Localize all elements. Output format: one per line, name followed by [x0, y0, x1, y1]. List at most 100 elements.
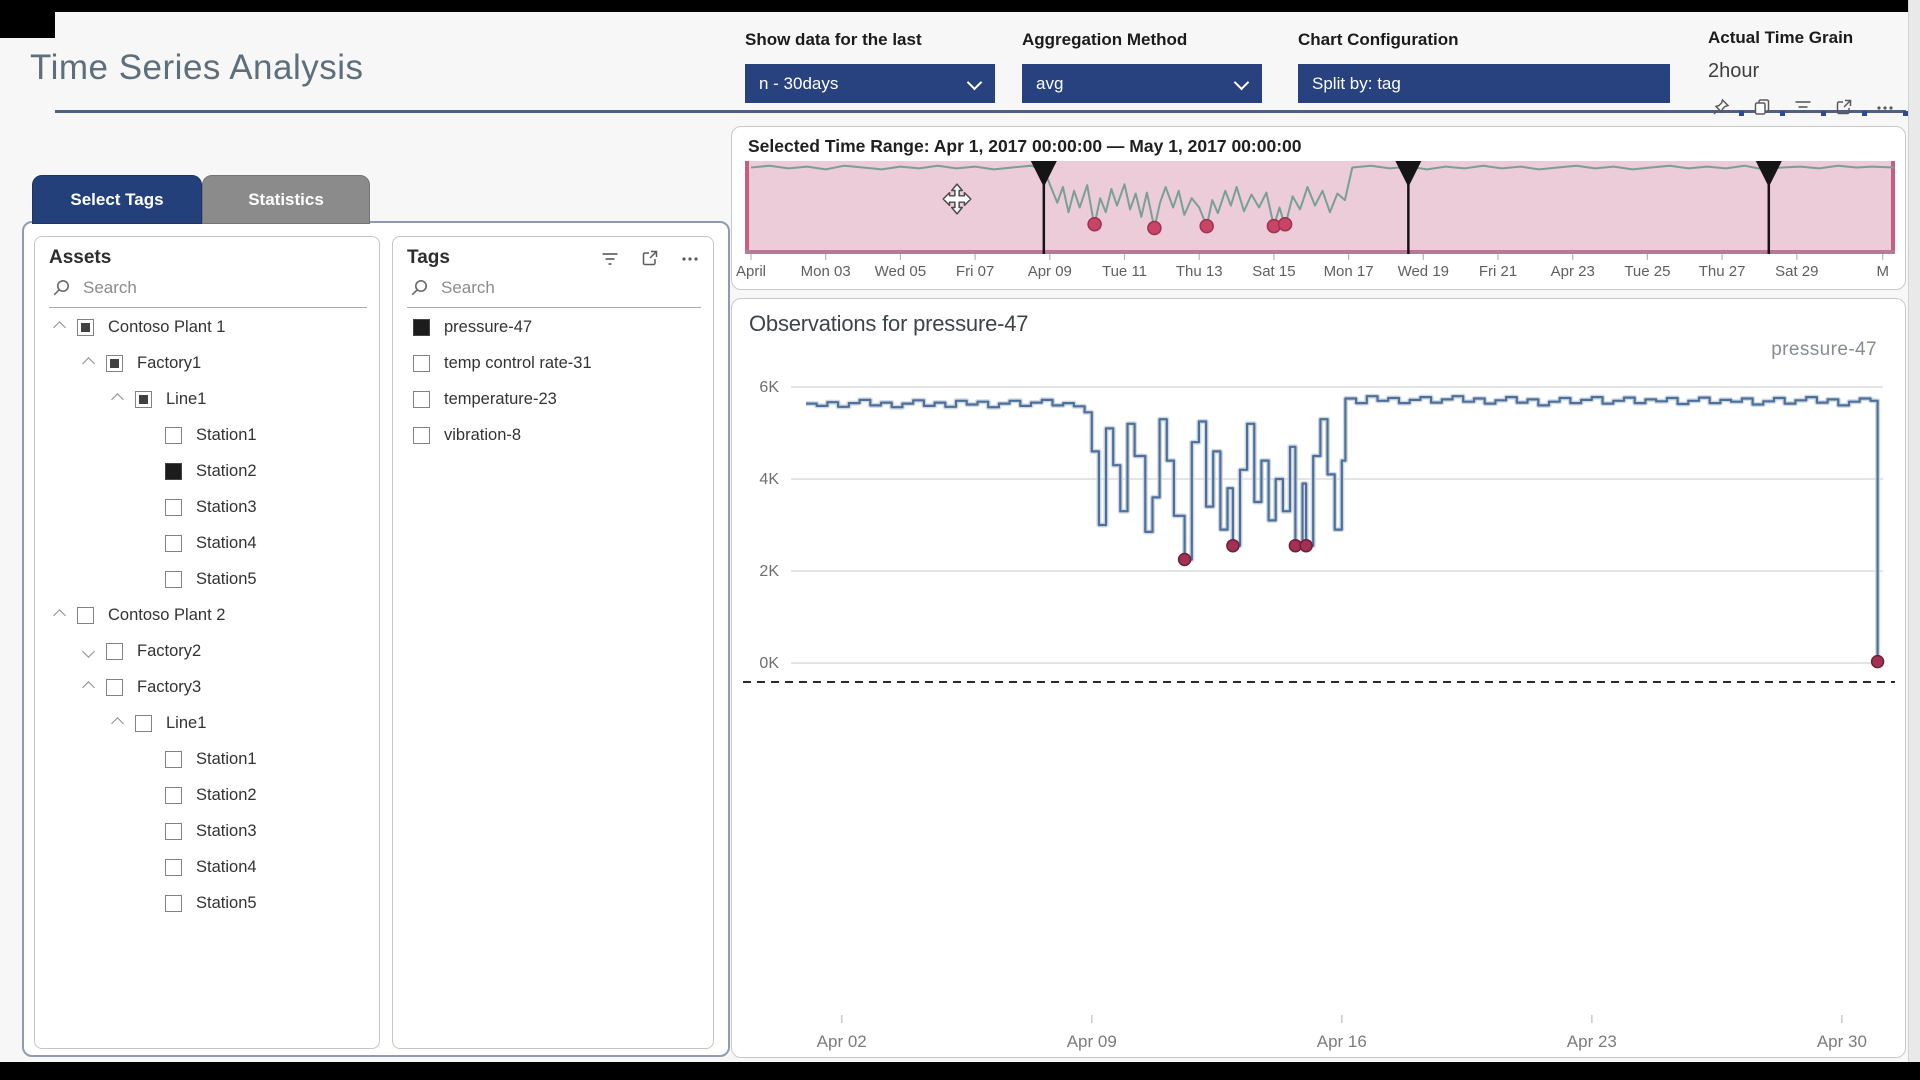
asset-tree-row[interactable]: Station4 [35, 525, 379, 561]
asset-tree-row[interactable]: Contoso Plant 2 [35, 597, 379, 633]
visual-header-toolbar [1712, 98, 1908, 116]
asset-tree-row[interactable]: Station1 [35, 741, 379, 777]
checkbox-unchecked[interactable] [106, 679, 123, 696]
chevron-up-icon[interactable] [111, 717, 124, 730]
checkbox-unchecked[interactable] [165, 895, 182, 912]
checkbox-indeterminate[interactable] [135, 391, 152, 408]
chevron-up-icon[interactable] [82, 681, 95, 694]
checkbox-checked[interactable] [165, 463, 182, 480]
asset-tree-row[interactable]: Station2 [35, 777, 379, 813]
asset-tree-row[interactable]: Station4 [35, 849, 379, 885]
anomaly-dot[interactable] [1300, 540, 1312, 552]
blue-artifact-dot [1862, 111, 1867, 116]
chevron-up-icon[interactable] [82, 357, 95, 370]
anomaly-dot[interactable] [1872, 656, 1884, 668]
tab-select-tags[interactable]: Select Tags [32, 175, 202, 224]
checkbox-indeterminate[interactable] [106, 355, 123, 372]
tags-list: pressure-47temp control rate-31 temperatu… [393, 309, 713, 1044]
asset-tree-row[interactable]: Station5 [35, 885, 379, 921]
aggregation-label: Aggregation Method [1022, 30, 1187, 50]
tree-node-label: Station4 [196, 858, 257, 877]
anomaly-dot[interactable] [1148, 222, 1161, 235]
time-grain-value: 2hour [1708, 60, 1759, 83]
pin-icon[interactable] [1712, 98, 1730, 116]
blue-artifact-dot [1780, 111, 1785, 116]
series-legend: pressure-47 [1771, 339, 1877, 361]
timeline-tick-label: Wed 19 [1398, 263, 1449, 280]
asset-tree-row[interactable]: Factory2 [35, 633, 379, 669]
checkbox-unchecked[interactable] [165, 823, 182, 840]
more-options-icon[interactable] [1876, 98, 1894, 116]
time-series-analysis-app: Time Series Analysis Show data for the l… [0, 0, 1920, 1080]
asset-tree-row[interactable]: Station3 [35, 489, 379, 525]
filter-icon[interactable] [1794, 98, 1812, 116]
chevron-up-icon[interactable] [111, 393, 124, 406]
observations-chart[interactable]: 0K2K4K6KApr 02Apr 09Apr 16Apr 23Apr 30 [732, 299, 1906, 1056]
tag-list-item[interactable]: temp control rate-31 [393, 345, 713, 381]
timeline-tick-label: M [1876, 263, 1889, 280]
tree-node-label: Station2 [196, 786, 257, 805]
checkbox-unchecked[interactable] [165, 535, 182, 552]
checkbox-unchecked[interactable] [165, 751, 182, 768]
asset-tree-row[interactable]: Line1 [35, 705, 379, 741]
anomaly-dot[interactable] [1200, 220, 1213, 233]
anomaly-dot[interactable] [1227, 540, 1239, 552]
chevron-down-icon[interactable] [82, 645, 95, 658]
copy-icon[interactable] [1753, 98, 1771, 116]
asset-tree-row[interactable]: Station5 [35, 561, 379, 597]
x-axis-label: Apr 09 [1067, 1032, 1117, 1051]
checkbox-unchecked[interactable] [77, 607, 94, 624]
anomaly-dot[interactable] [1279, 218, 1292, 231]
search-icon [51, 278, 71, 298]
focus-mode-icon[interactable] [641, 249, 659, 267]
checkbox-unchecked[interactable] [135, 715, 152, 732]
checkbox-checked[interactable] [413, 319, 430, 336]
checkbox-unchecked[interactable] [413, 391, 430, 408]
checkbox-unchecked[interactable] [165, 427, 182, 444]
time-range-band[interactable] [745, 161, 1895, 254]
anomaly-dot[interactable] [1088, 218, 1101, 231]
anomaly-dot[interactable] [1179, 554, 1191, 566]
tag-label: temperature-23 [444, 390, 557, 409]
asset-tree-row[interactable]: Contoso Plant 1 [35, 309, 379, 345]
time-range-dropdown[interactable]: n - 30days [745, 64, 995, 103]
assets-search-input[interactable] [81, 277, 305, 299]
asset-tree-row[interactable]: Station3 [35, 813, 379, 849]
asset-tree-row[interactable]: Station2 [35, 453, 379, 489]
tag-list-item[interactable]: temperature-23 [393, 381, 713, 417]
checkbox-unchecked[interactable] [165, 499, 182, 516]
tree-node-label: Factory3 [137, 678, 201, 697]
filter-icon[interactable] [601, 249, 619, 267]
blue-artifact-dot [1821, 111, 1826, 116]
chevron-up-icon[interactable] [53, 321, 66, 334]
chart-config-dropdown[interactable]: Split by: tag [1298, 64, 1670, 103]
tags-search-divider [407, 307, 701, 308]
tag-list-item[interactable]: pressure-47 [393, 309, 713, 345]
asset-tree-row[interactable]: Factory3 [35, 669, 379, 705]
timeline-tick-label: Apr 23 [1551, 263, 1595, 280]
checkbox-unchecked[interactable] [165, 571, 182, 588]
window-right-strip [1908, 0, 1920, 1080]
asset-tree-row[interactable]: Factory1 [35, 345, 379, 381]
aggregation-dropdown[interactable]: avg [1022, 64, 1262, 103]
checkbox-indeterminate[interactable] [77, 319, 94, 336]
tag-list-item[interactable]: vibration-8 [393, 417, 713, 453]
assets-search-divider [49, 307, 367, 308]
tab-statistics[interactable]: Statistics [202, 175, 370, 224]
focus-mode-icon[interactable] [1835, 98, 1853, 116]
tree-node-label: Station4 [196, 534, 257, 553]
asset-tree-row[interactable]: Line1 [35, 381, 379, 417]
asset-tree-row[interactable]: Station1 [35, 417, 379, 453]
checkbox-unchecked[interactable] [106, 643, 123, 660]
timeline-tick-label: Sat 29 [1775, 263, 1818, 280]
more-options-icon[interactable] [681, 249, 699, 267]
checkbox-unchecked[interactable] [413, 427, 430, 444]
tags-search-input[interactable] [439, 277, 663, 299]
x-axis-label: Apr 23 [1567, 1032, 1617, 1051]
tree-node-label: Station1 [196, 426, 257, 445]
checkbox-unchecked[interactable] [165, 787, 182, 804]
window-bottom-bar [0, 1062, 1920, 1080]
chevron-up-icon[interactable] [53, 609, 66, 622]
checkbox-unchecked[interactable] [413, 355, 430, 372]
checkbox-unchecked[interactable] [165, 859, 182, 876]
